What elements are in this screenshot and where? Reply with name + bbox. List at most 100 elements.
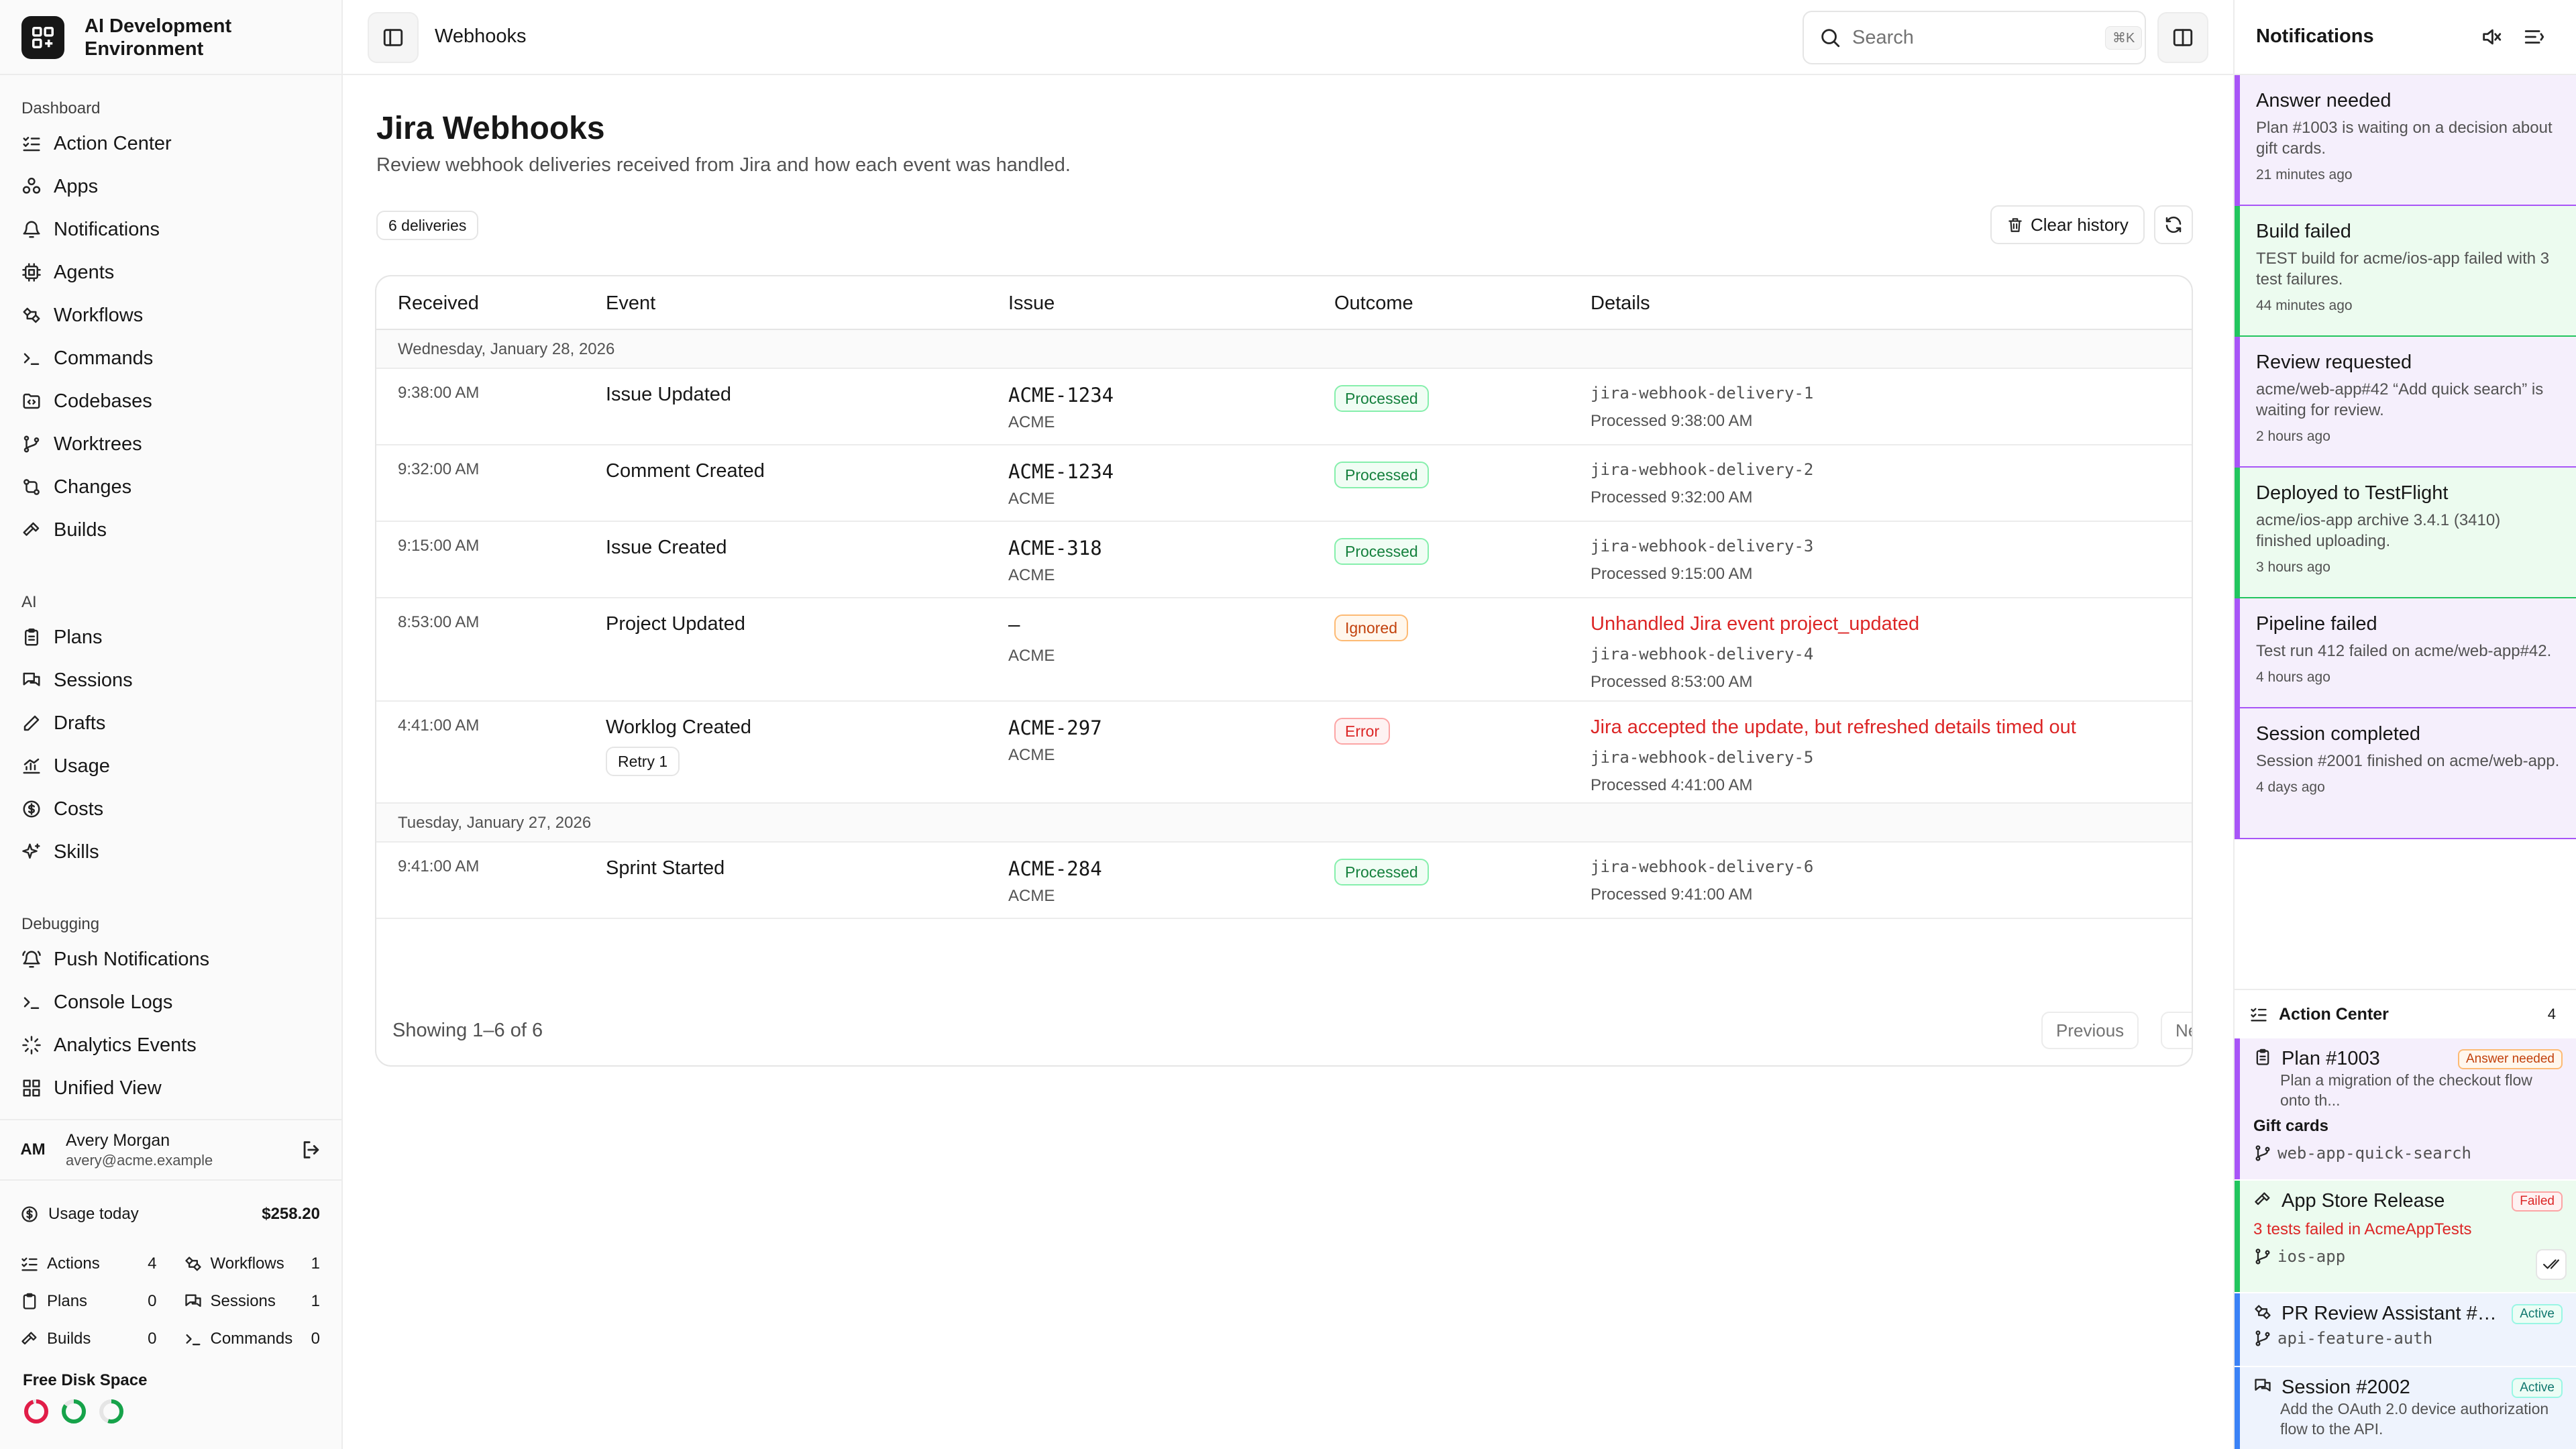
clipboard-icon bbox=[21, 627, 42, 647]
usage-stat-commands: Commands 0 bbox=[184, 1320, 320, 1358]
sidebar-item-label: Plans bbox=[54, 626, 103, 648]
terminal-icon bbox=[21, 348, 42, 368]
sidebar-item-agents[interactable]: Agents bbox=[21, 251, 330, 294]
sidebar-item-skills[interactable]: Skills bbox=[21, 830, 330, 873]
logout-icon[interactable] bbox=[300, 1138, 323, 1161]
sidebar-item-changes[interactable]: Changes bbox=[21, 466, 330, 508]
workflow-icon bbox=[184, 1254, 203, 1273]
search-input[interactable] bbox=[1852, 26, 2105, 49]
edit-icon bbox=[21, 713, 42, 733]
sidebar-item-costs[interactable]: Costs bbox=[21, 788, 330, 830]
activity-icon bbox=[21, 1035, 42, 1055]
stat-label: Sessions bbox=[210, 1292, 276, 1310]
sidebar-item-unified-view[interactable]: Unified View bbox=[21, 1067, 330, 1110]
branch-name: api-feature-auth bbox=[2277, 1329, 2433, 1348]
sidebar-item-label: Unified View bbox=[54, 1077, 162, 1099]
clear-history-label: Clear history bbox=[2031, 214, 2129, 235]
table-row[interactable]: 9:15:00 AM Issue Created ACME-318 ACME P… bbox=[376, 522, 2192, 598]
sidebar-item-console-logs[interactable]: Console Logs bbox=[21, 981, 330, 1024]
toggle-sidebar-button[interactable] bbox=[368, 12, 419, 63]
sidebar-item-push-notifications[interactable]: Push Notifications bbox=[21, 938, 330, 981]
action-item-description: Add the OAuth 2.0 device authorization f… bbox=[2280, 1400, 2549, 1438]
action-item[interactable]: PR Review Assistant #4... Active api-fea… bbox=[2235, 1293, 2576, 1366]
usage-stat-workflows: Workflows 1 bbox=[184, 1245, 320, 1283]
branch: web-app-quick-search bbox=[2253, 1144, 2563, 1163]
notifications-title: Notifications bbox=[2256, 25, 2374, 47]
sidebar-item-label: Sessions bbox=[54, 669, 133, 691]
stat-label: Plans bbox=[47, 1292, 88, 1310]
notification-item[interactable]: Review requested acme/web-app#42 “Add qu… bbox=[2235, 337, 2576, 468]
filter-list-icon[interactable] bbox=[2523, 25, 2546, 48]
issue-cell: ACME-318 ACME bbox=[1008, 537, 1102, 585]
git-branch-icon bbox=[2253, 1247, 2272, 1266]
acknowledge-button[interactable] bbox=[2536, 1249, 2567, 1280]
issue-cell: ACME-1234 ACME bbox=[1008, 460, 1114, 508]
brand[interactable]: AI Development Environment bbox=[21, 15, 286, 60]
clear-history-button[interactable]: Clear history bbox=[1990, 205, 2145, 244]
search-box[interactable]: ⌘K bbox=[1803, 11, 2146, 64]
table-row[interactable]: 4:41:00 AM Worklog Created Retry 1 ACME-… bbox=[376, 702, 2192, 804]
stat-label: Actions bbox=[47, 1254, 100, 1273]
received-time: 9:32:00 AM bbox=[398, 460, 480, 478]
sidebar-item-workflows[interactable]: Workflows bbox=[21, 294, 330, 337]
usage-summary: Usage today $258.20 Actions 4 Workflows 1 … bbox=[0, 1179, 341, 1358]
table-row[interactable]: 8:53:00 AM Project Updated – ACME Ignore… bbox=[376, 598, 2192, 702]
hammer-icon bbox=[21, 520, 42, 540]
bell-ring-icon bbox=[21, 949, 42, 969]
date-group-header: Wednesday, January 28, 2026 bbox=[376, 330, 2192, 369]
notification-item[interactable]: Pipeline failed Test run 412 failed on a… bbox=[2235, 598, 2576, 708]
action-item[interactable]: Plan #1003 Answer needed Plan a migratio… bbox=[2235, 1038, 2576, 1179]
notification-body: Plan #1003 is waiting on a decision abou… bbox=[2256, 119, 2553, 158]
usage-amount: $258.20 bbox=[262, 1205, 320, 1223]
issue-project: ACME bbox=[1008, 413, 1055, 431]
processed-time: Processed 9:15:00 AM bbox=[1591, 565, 1753, 583]
table-row[interactable]: 9:38:00 AM Issue Updated ACME-1234 ACME … bbox=[376, 369, 2192, 445]
processed-time: Processed 8:53:00 AM bbox=[1591, 673, 1753, 691]
notification-item[interactable]: Session completed Session #2001 finished… bbox=[2235, 708, 2576, 839]
refresh-button[interactable] bbox=[2154, 205, 2193, 244]
sidebar-item-commands[interactable]: Commands bbox=[21, 337, 330, 380]
sidebar-item-drafts[interactable]: Drafts bbox=[21, 702, 330, 745]
sidebar-item-label: Agents bbox=[54, 261, 115, 283]
date-group-header: Tuesday, January 27, 2026 bbox=[376, 804, 2192, 843]
sidebar-item-worktrees[interactable]: Worktrees bbox=[21, 423, 330, 466]
table-row[interactable]: 9:41:00 AM Sprint Started ACME-284 ACME … bbox=[376, 843, 2192, 919]
outcome-badge: Error bbox=[1334, 718, 1391, 745]
free-disk-space: Free Disk Space bbox=[23, 1371, 147, 1425]
branch-name: ios-app bbox=[2277, 1247, 2346, 1266]
sidebar-item-sessions[interactable]: Sessions bbox=[21, 659, 330, 702]
sidebar-item-apps[interactable]: Apps bbox=[21, 165, 330, 208]
sidebar-item-usage[interactable]: Usage bbox=[21, 745, 330, 788]
sidebar-item-builds[interactable]: Builds bbox=[21, 508, 330, 551]
action-item[interactable]: App Store Release Failed 3 tests failed … bbox=[2235, 1181, 2576, 1292]
sidebar-item-plans[interactable]: Plans bbox=[21, 616, 330, 659]
outcome-cell: Error bbox=[1334, 718, 1391, 745]
table-row[interactable]: 9:32:00 AM Comment Created ACME-1234 ACM… bbox=[376, 445, 2192, 522]
sidebar-item-notifications[interactable]: Notifications bbox=[21, 208, 330, 251]
delivery-count-badge: 6 deliveries bbox=[376, 211, 479, 240]
notifications-panel: Notifications Answer needed Plan #1003 i… bbox=[2233, 0, 2576, 1449]
action-item[interactable]: Session #2002 Active Add the OAuth 2.0 d… bbox=[2235, 1367, 2576, 1449]
outcome-cell: Processed bbox=[1334, 385, 1429, 412]
issue-key: ACME-284 bbox=[1008, 857, 1102, 880]
sidebar-item-analytics-events[interactable]: Analytics Events bbox=[21, 1024, 330, 1067]
previous-page-button[interactable]: Previous bbox=[2041, 1012, 2139, 1049]
notification-title: Session completed bbox=[2256, 723, 2421, 745]
action-item-name: Plan #1003 bbox=[2282, 1048, 2380, 1069]
messages-icon bbox=[184, 1292, 203, 1311]
toggle-panel-button[interactable] bbox=[2157, 12, 2208, 63]
notification-item[interactable]: Deployed to TestFlight acme/ios-app arch… bbox=[2235, 468, 2576, 598]
outcome-badge: Processed bbox=[1334, 538, 1429, 565]
issue-cell: – ACME bbox=[1008, 613, 1055, 665]
notification-item[interactable]: Answer needed Plan #1003 is waiting on a… bbox=[2235, 75, 2576, 206]
hammer-icon bbox=[2253, 1190, 2272, 1209]
notification-item[interactable]: Build failed TEST build for acme/ios-app… bbox=[2235, 206, 2576, 337]
notification-title: Answer needed bbox=[2256, 90, 2392, 111]
action-center-header[interactable]: Action Center 4 bbox=[2235, 989, 2576, 1038]
next-page-button[interactable]: Next bbox=[2161, 1012, 2192, 1049]
mute-icon[interactable] bbox=[2480, 25, 2503, 48]
sidebar-item-codebases[interactable]: Codebases bbox=[21, 380, 330, 423]
column-header-outcome: Outcome bbox=[1334, 292, 1413, 314]
sidebar-item-action-center[interactable]: Action Center bbox=[21, 122, 330, 165]
user-profile[interactable]: AM Avery Morgan avery@acme.example bbox=[0, 1119, 341, 1179]
